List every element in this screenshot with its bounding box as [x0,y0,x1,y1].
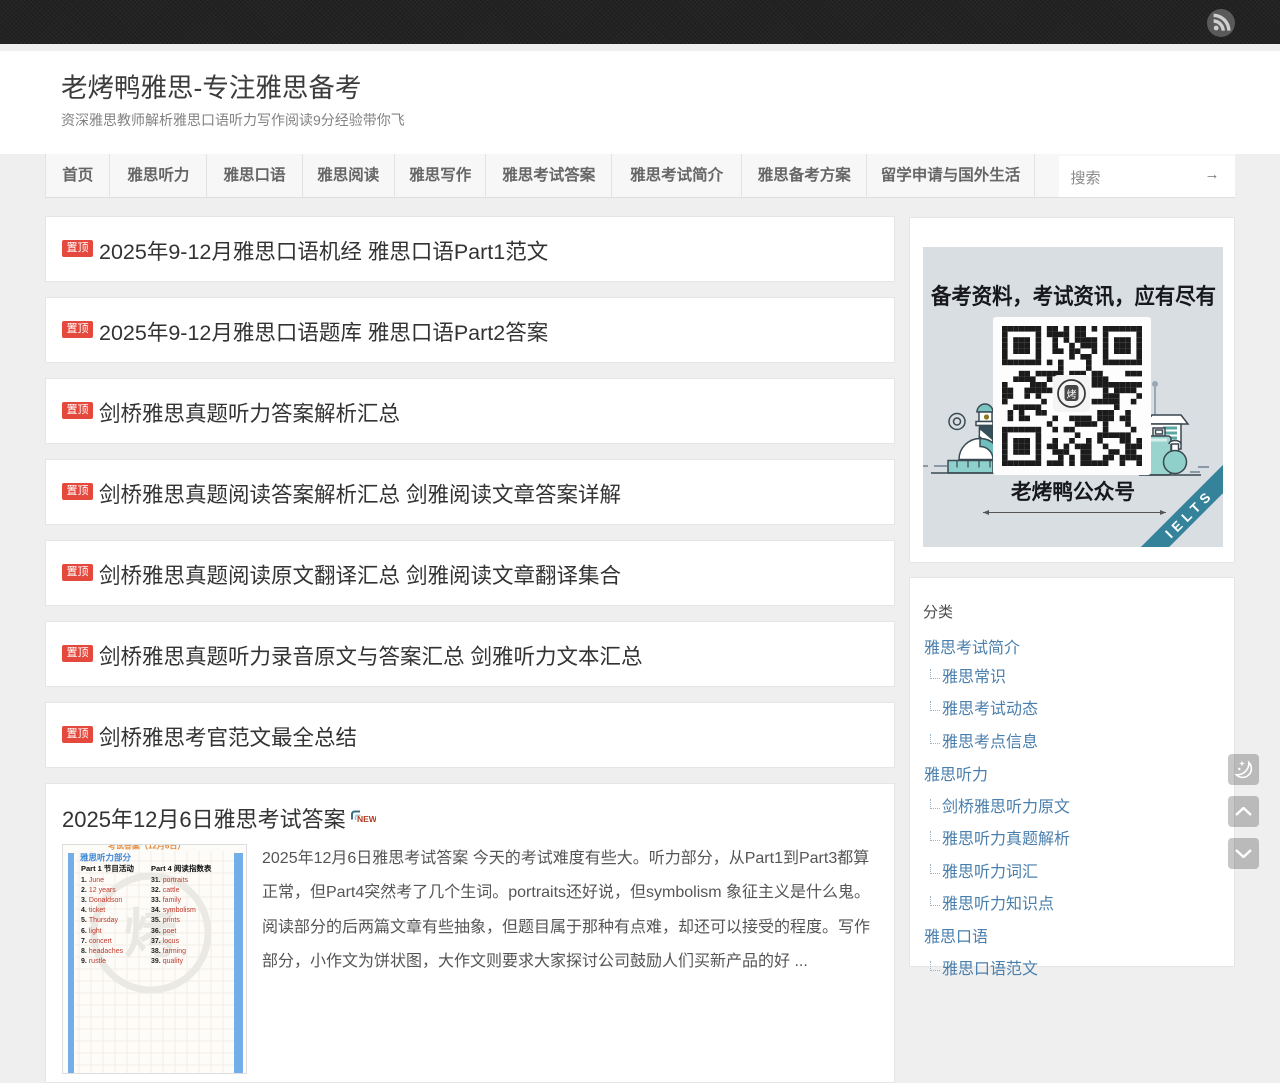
svg-text:5.Thursday: 5.Thursday [81,917,119,924]
svg-text:38.farming: 38.farming [151,948,186,955]
svg-text:33.family: 33.family [151,897,182,904]
svg-text:7.concert: 7.concert [81,938,112,945]
svg-text:6.light: 6.light [81,928,102,935]
svg-text:烤: 烤 [1067,388,1077,401]
svg-text:32.cattle: 32.cattle [151,887,180,894]
svg-text:35.prints: 35.prints [151,917,180,924]
svg-text:2.12 years: 2.12 years [81,887,116,894]
svg-text:Part 4 阅读指数表: Part 4 阅读指数表 [151,863,212,873]
svg-text:1.June: 1.June [81,877,104,884]
svg-text:NEW: NEW [357,814,376,824]
svg-text:雅思听力部分: 雅思听力部分 [79,853,132,863]
svg-text:31.portraits: 31.portraits [151,877,189,884]
svg-text:36.poet: 36.poet [151,928,176,935]
svg-text:老烤鸭公众号: 老烤鸭公众号 [1011,480,1135,504]
svg-text:考试答案（12月6日）: 考试答案（12月6日） [108,845,185,851]
svg-text:37.locus: 37.locus [151,938,180,945]
svg-text:34.symbolism: 34.symbolism [151,907,196,914]
svg-text:Part 1 节目活动: Part 1 节目活动 [81,863,134,873]
svg-text:39.quality: 39.quality [151,958,183,965]
svg-text:备考资料，考试资讯，应有尽有: 备考资料，考试资讯，应有尽有 [930,284,1216,309]
svg-text:9.rustle: 9.rustle [81,958,106,965]
svg-text:4.ticket: 4.ticket [81,907,105,914]
